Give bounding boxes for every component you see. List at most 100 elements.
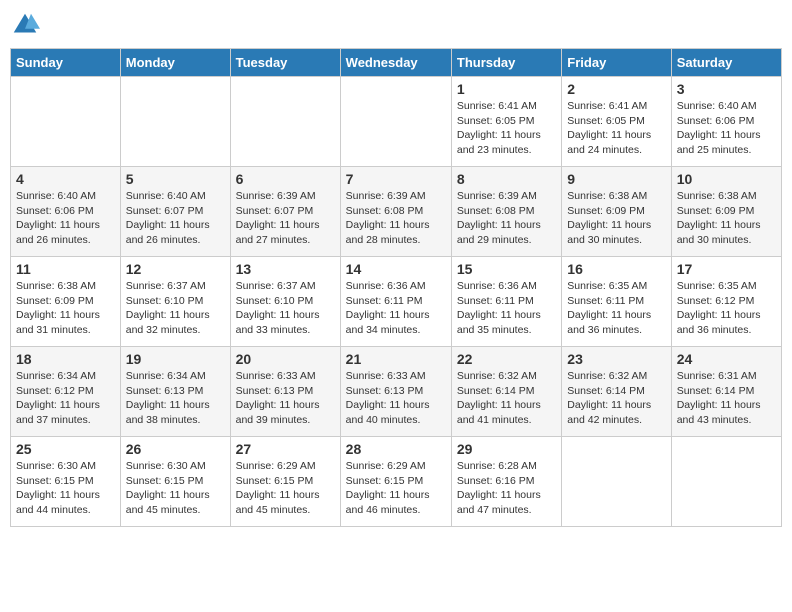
day-info: Sunrise: 6:35 AM Sunset: 6:12 PM Dayligh… <box>677 279 776 338</box>
day-number: 28 <box>346 441 446 457</box>
day-number: 27 <box>236 441 335 457</box>
calendar-cell: 23Sunrise: 6:32 AM Sunset: 6:14 PM Dayli… <box>562 347 671 437</box>
calendar-table: SundayMondayTuesdayWednesdayThursdayFrid… <box>10 48 782 527</box>
calendar-cell: 29 Sunrise: 6:28 AM Sunset: 6:16 PM Dayli… <box>451 437 561 527</box>
day-info: Sunrise: 6:34 AM Sunset: 6:12 PM Dayligh… <box>16 369 115 428</box>
day-info: Sunrise: 6:32 AM Sunset: 6:14 PM Dayligh… <box>567 369 665 428</box>
day-number: 22 <box>457 351 556 367</box>
calendar-cell: 24 Sunrise: 6:31 AM Sunset: 6:14 PM Dayli… <box>671 347 781 437</box>
day-info: Sunrise: 6:32 AM Sunset: 6:14 PM Dayligh… <box>457 369 556 428</box>
day-number: 13 <box>236 261 335 277</box>
calendar-cell <box>340 77 451 167</box>
weekday-header-thursday: Thursday <box>451 49 561 77</box>
day-info: Sunrise: 6:29 AM Sunset: 6:15 PM Dayligh… <box>346 459 446 518</box>
day-number: 16 <box>567 261 665 277</box>
day-info: Sunrise: 6:40 AM Sunset: 6:06 PM Dayligh… <box>677 99 776 158</box>
day-number: 6 <box>236 171 335 187</box>
calendar-cell: 14 Sunrise: 6:36 AM Sunset: 6:11 PM Dayli… <box>340 257 451 347</box>
day-info: Sunrise: 6:36 AM Sunset: 6:11 PM Dayligh… <box>457 279 556 338</box>
day-number: 17 <box>677 261 776 277</box>
day-number: 8 <box>457 171 556 187</box>
logo-icon <box>10 10 40 40</box>
calendar-cell <box>230 77 340 167</box>
day-number: 24 <box>677 351 776 367</box>
calendar-cell: 12Sunrise: 6:37 AM Sunset: 6:10 PM Dayli… <box>120 257 230 347</box>
calendar-cell <box>562 437 671 527</box>
week-row-2: 4Sunrise: 6:40 AM Sunset: 6:06 PM Daylig… <box>11 167 782 257</box>
calendar-cell: 28 Sunrise: 6:29 AM Sunset: 6:15 PM Dayli… <box>340 437 451 527</box>
header <box>10 10 782 40</box>
day-info: Sunrise: 6:31 AM Sunset: 6:14 PM Dayligh… <box>677 369 776 428</box>
weekday-header-row: SundayMondayTuesdayWednesdayThursdayFrid… <box>11 49 782 77</box>
day-info: Sunrise: 6:39 AM Sunset: 6:08 PM Dayligh… <box>457 189 556 248</box>
day-info: Sunrise: 6:41 AM Sunset: 6:05 PM Dayligh… <box>457 99 556 158</box>
day-number: 10 <box>677 171 776 187</box>
calendar-cell: 26 Sunrise: 6:30 AM Sunset: 6:15 PM Dayli… <box>120 437 230 527</box>
calendar-cell: 25Sunrise: 6:30 AM Sunset: 6:15 PM Dayli… <box>11 437 121 527</box>
day-info: Sunrise: 6:36 AM Sunset: 6:11 PM Dayligh… <box>346 279 446 338</box>
day-info: Sunrise: 6:38 AM Sunset: 6:09 PM Dayligh… <box>677 189 776 248</box>
week-row-4: 18Sunrise: 6:34 AM Sunset: 6:12 PM Dayli… <box>11 347 782 437</box>
calendar-cell: 5 Sunrise: 6:40 AM Sunset: 6:07 PM Daylig… <box>120 167 230 257</box>
day-info: Sunrise: 6:41 AM Sunset: 6:05 PM Dayligh… <box>567 99 665 158</box>
calendar-cell <box>11 77 121 167</box>
day-info: Sunrise: 6:40 AM Sunset: 6:07 PM Dayligh… <box>126 189 225 248</box>
weekday-header-tuesday: Tuesday <box>230 49 340 77</box>
calendar-cell: 3 Sunrise: 6:40 AM Sunset: 6:06 PM Daylig… <box>671 77 781 167</box>
calendar-cell: 6 Sunrise: 6:39 AM Sunset: 6:07 PM Daylig… <box>230 167 340 257</box>
weekday-header-friday: Friday <box>562 49 671 77</box>
day-info: Sunrise: 6:28 AM Sunset: 6:16 PM Dayligh… <box>457 459 556 518</box>
day-number: 1 <box>457 81 556 97</box>
weekday-header-wednesday: Wednesday <box>340 49 451 77</box>
day-number: 2 <box>567 81 665 97</box>
day-info: Sunrise: 6:39 AM Sunset: 6:08 PM Dayligh… <box>346 189 446 248</box>
calendar-cell: 1 Sunrise: 6:41 AM Sunset: 6:05 PM Daylig… <box>451 77 561 167</box>
day-number: 9 <box>567 171 665 187</box>
day-number: 29 <box>457 441 556 457</box>
day-number: 7 <box>346 171 446 187</box>
calendar-cell <box>120 77 230 167</box>
day-number: 3 <box>677 81 776 97</box>
week-row-5: 25 Sunrise: 6:30 AM Sunset: 6:15 PM Dayli… <box>11 437 782 527</box>
day-number: 19 <box>126 351 225 367</box>
day-info: Sunrise: 6:39 AM Sunset: 6:07 PM Dayligh… <box>236 189 335 248</box>
calendar-cell: 10 Sunrise: 6:38 AM Sunset: 6:09 PM Dayli… <box>671 167 781 257</box>
calendar-cell: 11 Sunrise: 6:38 AM Sunset: 6:09 PM Dayli… <box>11 257 121 347</box>
day-info: Sunrise: 6:34 AM Sunset: 6:13 PM Dayligh… <box>126 369 225 428</box>
day-number: 20 <box>236 351 335 367</box>
calendar-cell: 22 Sunrise: 6:32 AM Sunset: 6:14 PM Dayli… <box>451 347 561 437</box>
calendar-cell: 20 Sunrise: 6:33 AM Sunset: 6:13 PM Dayli… <box>230 347 340 437</box>
calendar-cell: 21Sunrise: 6:33 AM Sunset: 6:13 PM Dayli… <box>340 347 451 437</box>
weekday-header-saturday: Saturday <box>671 49 781 77</box>
day-number: 12 <box>126 261 225 277</box>
day-number: 5 <box>126 171 225 187</box>
day-info: Sunrise: 6:40 AM Sunset: 6:06 PM Dayligh… <box>16 189 115 248</box>
calendar-cell: 13Sunrise: 6:37 AM Sunset: 6:10 PM Dayli… <box>230 257 340 347</box>
day-number: 15 <box>457 261 556 277</box>
calendar-cell <box>671 437 781 527</box>
day-info: Sunrise: 6:38 AM Sunset: 6:09 PM Dayligh… <box>567 189 665 248</box>
calendar-cell: 17 Sunrise: 6:35 AM Sunset: 6:12 PM Dayli… <box>671 257 781 347</box>
day-number: 25 <box>16 441 115 457</box>
day-number: 11 <box>16 261 115 277</box>
calendar-cell: 27 Sunrise: 6:29 AM Sunset: 6:15 PM Dayli… <box>230 437 340 527</box>
day-info: Sunrise: 6:29 AM Sunset: 6:15 PM Dayligh… <box>236 459 335 518</box>
calendar-cell: 7 Sunrise: 6:39 AM Sunset: 6:08 PM Daylig… <box>340 167 451 257</box>
calendar-cell: 9 Sunrise: 6:38 AM Sunset: 6:09 PM Daylig… <box>562 167 671 257</box>
weekday-header-monday: Monday <box>120 49 230 77</box>
day-info: Sunrise: 6:33 AM Sunset: 6:13 PM Dayligh… <box>236 369 335 428</box>
day-number: 26 <box>126 441 225 457</box>
calendar-cell: 16Sunrise: 6:35 AM Sunset: 6:11 PM Dayli… <box>562 257 671 347</box>
week-row-3: 11 Sunrise: 6:38 AM Sunset: 6:09 PM Dayli… <box>11 257 782 347</box>
logo <box>10 10 44 40</box>
calendar-cell: 18Sunrise: 6:34 AM Sunset: 6:12 PM Dayli… <box>11 347 121 437</box>
day-info: Sunrise: 6:30 AM Sunset: 6:15 PM Dayligh… <box>126 459 225 518</box>
calendar-cell: 8 Sunrise: 6:39 AM Sunset: 6:08 PM Daylig… <box>451 167 561 257</box>
weekday-header-sunday: Sunday <box>11 49 121 77</box>
day-number: 14 <box>346 261 446 277</box>
week-row-1: 1 Sunrise: 6:41 AM Sunset: 6:05 PM Daylig… <box>11 77 782 167</box>
day-info: Sunrise: 6:38 AM Sunset: 6:09 PM Dayligh… <box>16 279 115 338</box>
day-info: Sunrise: 6:33 AM Sunset: 6:13 PM Dayligh… <box>346 369 446 428</box>
calendar-cell: 15 Sunrise: 6:36 AM Sunset: 6:11 PM Dayli… <box>451 257 561 347</box>
calendar-cell: 19 Sunrise: 6:34 AM Sunset: 6:13 PM Dayli… <box>120 347 230 437</box>
